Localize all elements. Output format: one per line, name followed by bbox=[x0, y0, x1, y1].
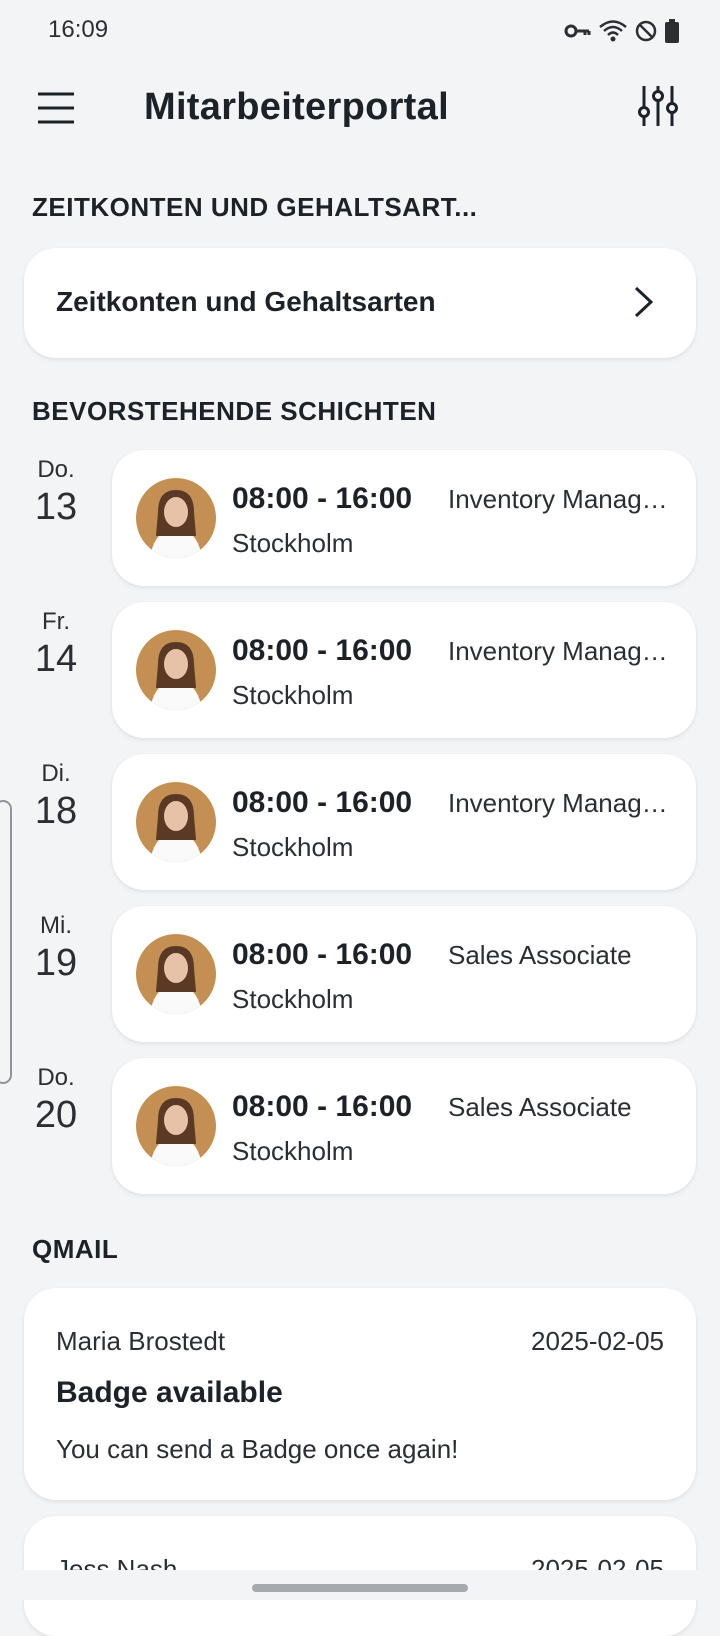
shift-location: Stockholm bbox=[232, 680, 354, 710]
shift-date: Di. 18 bbox=[24, 754, 88, 833]
shift-role: Sales Associate bbox=[448, 1092, 632, 1122]
shift-row: Mi. 19 08:00 - 16:00 Sales Associate Sto… bbox=[0, 906, 720, 1042]
shift-row: Do. 13 08:00 - 16:00 Inventory Managemen… bbox=[0, 450, 720, 586]
shift-location: Stockholm bbox=[232, 528, 354, 558]
shift-weekday: Mi. bbox=[40, 912, 72, 939]
shift-card[interactable]: 08:00 - 16:00 Inventory Management Stock… bbox=[112, 602, 696, 738]
shift-time: 08:00 - 16:00 bbox=[232, 482, 413, 515]
shift-weekday: Di. bbox=[41, 760, 71, 787]
avatar bbox=[136, 934, 216, 1014]
shift-time: 08:00 - 16:00 bbox=[232, 634, 413, 667]
time-accounts-label: Zeitkonten und Gehaltsarten bbox=[56, 286, 436, 317]
shift-date: Mi. 19 bbox=[24, 906, 88, 985]
shift-day-number: 14 bbox=[34, 638, 78, 680]
shift-time: 08:00 - 16:00 bbox=[232, 938, 413, 971]
shift-time: 08:00 - 16:00 bbox=[232, 1090, 413, 1123]
shift-role: Inventory Management bbox=[448, 636, 680, 666]
mail-date: 2025-02-05 bbox=[531, 1326, 664, 1356]
shift-date: Do. 13 bbox=[24, 450, 88, 529]
mail-sender: Maria Brostedt bbox=[56, 1326, 226, 1356]
hamburger-menu-icon bbox=[38, 92, 74, 124]
shift-location: Stockholm bbox=[232, 1136, 354, 1166]
avatar bbox=[136, 630, 216, 710]
shift-day-number: 19 bbox=[34, 942, 78, 984]
wifi-icon bbox=[599, 20, 627, 42]
filter-button[interactable] bbox=[636, 84, 680, 128]
chevron-right-icon bbox=[634, 286, 654, 318]
shift-role: Sales Associate bbox=[448, 940, 632, 970]
avatar bbox=[136, 478, 216, 558]
shift-row: Do. 20 08:00 - 16:00 Sales Associate Sto… bbox=[0, 1058, 720, 1194]
status-bar: 16:09 bbox=[0, 0, 720, 64]
shift-row: Fr. 14 08:00 - 16:00 Inventory Managemen… bbox=[0, 602, 720, 738]
home-gesture-handle[interactable] bbox=[252, 1584, 468, 1592]
shift-card[interactable]: 08:00 - 16:00 Inventory Management Stock… bbox=[112, 754, 696, 890]
shift-weekday: Fr. bbox=[42, 608, 70, 635]
shift-role: Inventory Management bbox=[448, 788, 680, 818]
status-icons bbox=[564, 18, 680, 44]
sliders-icon bbox=[638, 86, 678, 126]
mail-subject: Badge available bbox=[56, 1376, 283, 1409]
do-not-disturb-icon bbox=[635, 20, 657, 42]
avatar bbox=[136, 782, 216, 862]
shift-card[interactable]: 08:00 - 16:00 Sales Associate Stockholm bbox=[112, 1058, 696, 1194]
navigation-bar bbox=[0, 1570, 720, 1600]
shifts-section-header: BEVORSTEHENDE SCHICHTEN bbox=[32, 396, 437, 426]
mail-preview: You can send a Badge once again! bbox=[56, 1434, 459, 1464]
shift-location: Stockholm bbox=[232, 832, 354, 862]
qmail-section-header: QMAIL bbox=[32, 1234, 119, 1264]
shift-day-number: 13 bbox=[34, 486, 78, 528]
menu-button[interactable] bbox=[36, 88, 76, 128]
shift-weekday: Do. bbox=[37, 1064, 75, 1091]
shift-weekday: Do. bbox=[37, 456, 75, 483]
vpn-key-icon bbox=[564, 24, 591, 38]
shift-date: Do. 20 bbox=[24, 1058, 88, 1137]
battery-icon bbox=[665, 19, 679, 43]
shift-card[interactable]: 08:00 - 16:00 Sales Associate Stockholm bbox=[112, 906, 696, 1042]
shift-time: 08:00 - 16:00 bbox=[232, 786, 413, 819]
shift-location: Stockholm bbox=[232, 984, 354, 1014]
shift-date: Fr. 14 bbox=[24, 602, 88, 681]
app-bar: Mitarbeiterportal bbox=[0, 70, 720, 150]
status-time: 16:09 bbox=[48, 16, 109, 43]
page-title: Mitarbeiterportal bbox=[144, 86, 449, 128]
shift-card[interactable]: 08:00 - 16:00 Inventory Management Stock… bbox=[112, 450, 696, 586]
side-drawer-handle[interactable] bbox=[0, 800, 12, 1084]
mail-card[interactable]: Maria Brostedt 2025-02-05 Badge availabl… bbox=[24, 1288, 696, 1500]
time-accounts-section-header: ZEITKONTEN UND GEHALTSART... bbox=[32, 192, 478, 222]
shift-row: Di. 18 08:00 - 16:00 Inventory Managemen… bbox=[0, 754, 720, 890]
shift-day-number: 18 bbox=[34, 790, 78, 832]
time-accounts-card[interactable]: Zeitkonten und Gehaltsarten bbox=[24, 248, 696, 358]
shift-role: Inventory Management bbox=[448, 484, 680, 514]
avatar bbox=[136, 1086, 216, 1166]
shift-day-number: 20 bbox=[34, 1094, 78, 1136]
